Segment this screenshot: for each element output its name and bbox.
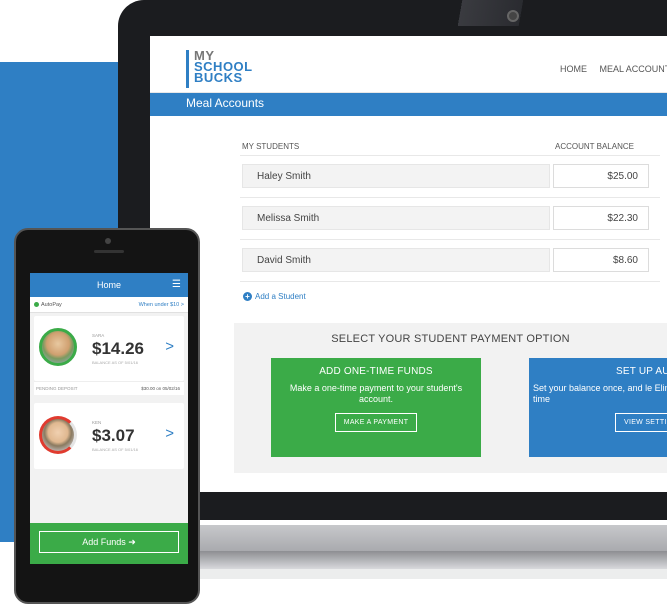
student-card-sara[interactable]: SARA $14.26 BALANCE AS OF 5/01/16 > [34, 316, 184, 381]
phone-speaker [94, 250, 124, 253]
laptop-camera [507, 10, 519, 22]
divider [240, 155, 660, 156]
page-title: Meal Accounts [150, 93, 667, 116]
students-column-header: MY STUDENTS [242, 142, 300, 151]
laptop-glare [442, 0, 667, 26]
phone: Home ☰ AutoPay When under $10 > SARA $14… [14, 228, 200, 604]
phone-header-title: Home [96, 280, 121, 290]
phone-screen: Home ☰ AutoPay When under $10 > SARA $14… [30, 273, 188, 564]
student-name: SARA [92, 333, 105, 338]
pending-deposit-label: PENDING DEPOSIT [36, 386, 78, 391]
autopay-card: SET UP AUTO Set your balance once, and l… [529, 358, 667, 457]
add-student-link[interactable]: + Add a Student [243, 292, 306, 301]
payment-options-title: SELECT YOUR STUDENT PAYMENT OPTION [331, 333, 570, 345]
one-time-funds-card: ADD ONE-TIME FUNDS Make a one-time payme… [271, 358, 481, 457]
divider [240, 281, 660, 282]
plus-circle-icon: + [243, 292, 252, 301]
balance-column-header: ACCOUNT BALANCE [555, 142, 634, 151]
avatar [39, 328, 77, 366]
phone-camera [105, 238, 111, 244]
one-time-heading: ADD ONE-TIME FUNDS [319, 366, 433, 377]
add-funds-button[interactable]: Add Funds ➜ [39, 531, 179, 553]
student-row-name[interactable]: David Smith [242, 248, 550, 272]
laptop-base-edge [120, 551, 667, 569]
student-row-name[interactable]: Melissa Smith [242, 206, 550, 230]
phone-header: Home ☰ [30, 273, 188, 297]
menu-icon[interactable]: ☰ [172, 279, 181, 290]
autopay-label: AutoPay [41, 302, 62, 308]
nav-meal-accounts[interactable]: MEAL ACCOUNTS [600, 64, 667, 74]
divider [240, 239, 660, 240]
add-student-label: Add a Student [255, 292, 306, 301]
view-settings-button[interactable]: VIEW SETTIN [615, 413, 667, 432]
chevron-right-icon[interactable]: > [165, 338, 174, 355]
chevron-right-icon[interactable]: > [165, 425, 174, 442]
screen-footer [150, 473, 667, 492]
student-name: KEN [92, 420, 102, 425]
logo-line-3: BUCKS [194, 70, 243, 85]
one-time-text: Make a one-time payment to your student'… [289, 383, 463, 404]
main-nav: HOME MEAL ACCOUNTS S [560, 64, 667, 74]
top-bar: MY SCHOOL BUCKS HOME MEAL ACCOUNTS S [150, 36, 667, 93]
student-row-balance: $25.00 [553, 164, 649, 188]
laptop-shadow [150, 569, 667, 579]
autopay-row[interactable]: AutoPay When under $10 > [30, 297, 188, 313]
make-payment-button[interactable]: MAKE A PAYMENT [334, 413, 418, 432]
student-card-ken[interactable]: KEN $3.07 BALANCE AS OF 5/01/16 > [34, 403, 184, 469]
student-row-balance: $8.60 [553, 248, 649, 272]
pending-deposit-value: $30.00 on 05/02/16 [141, 386, 180, 391]
nav-home[interactable]: HOME [560, 64, 587, 74]
payment-options-panel: SELECT YOUR STUDENT PAYMENT OPTION ADD O… [234, 323, 667, 473]
balance-date: BALANCE AS OF 5/01/16 [92, 360, 139, 365]
student-row-balance: $22.30 [553, 206, 649, 230]
autopay-threshold: When under $10 > [138, 302, 184, 308]
divider [240, 197, 660, 198]
student-row-name[interactable]: Haley Smith [242, 164, 550, 188]
avatar [39, 416, 77, 454]
logo[interactable]: MY SCHOOL BUCKS [186, 49, 266, 88]
autopay-text: Set your balance once, and le Eliminate … [533, 383, 667, 404]
balance-date: BALANCE AS OF 5/01/16 [92, 447, 139, 452]
laptop-screen: MY SCHOOL BUCKS HOME MEAL ACCOUNTS S Mea… [150, 36, 667, 492]
pending-deposit-row: PENDING DEPOSIT $30.00 on 05/02/16 [34, 381, 184, 395]
phone-footer: Add Funds ➜ [30, 523, 188, 564]
autopay-status-icon [34, 302, 39, 308]
autopay-heading: SET UP AUTO [616, 366, 667, 377]
student-balance: $3.07 [92, 426, 135, 445]
student-balance: $14.26 [92, 339, 144, 358]
